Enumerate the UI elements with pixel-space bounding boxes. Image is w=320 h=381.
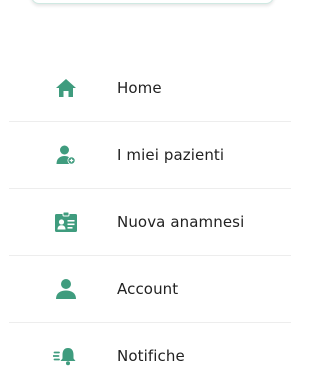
menu-item-account[interactable]: Account xyxy=(0,255,291,322)
top-search-field[interactable] xyxy=(31,0,274,4)
patients-icon xyxy=(53,142,79,168)
menu-item-label: Account xyxy=(117,279,179,298)
home-icon xyxy=(53,75,79,101)
menu-item-new-anamnesis[interactable]: Nuova anamnesi xyxy=(0,188,291,255)
menu-item-label: Notifiche xyxy=(117,346,185,365)
menu-item-home[interactable]: Home xyxy=(0,54,291,121)
menu-item-label: Home xyxy=(117,78,162,97)
side-menu-panel: Home I miei pazienti Nuova anamnesi Acco… xyxy=(0,0,291,381)
bell-icon xyxy=(53,343,79,369)
account-icon xyxy=(53,276,79,302)
menu-item-label: I miei pazienti xyxy=(117,145,225,164)
menu-item-notifications[interactable]: Notifiche xyxy=(0,322,291,381)
menu-item-patients[interactable]: I miei pazienti xyxy=(0,121,291,188)
navigation-menu: Home I miei pazienti Nuova anamnesi Acco… xyxy=(0,54,291,381)
menu-item-label: Nuova anamnesi xyxy=(117,212,245,231)
anamnesis-icon xyxy=(53,209,79,235)
